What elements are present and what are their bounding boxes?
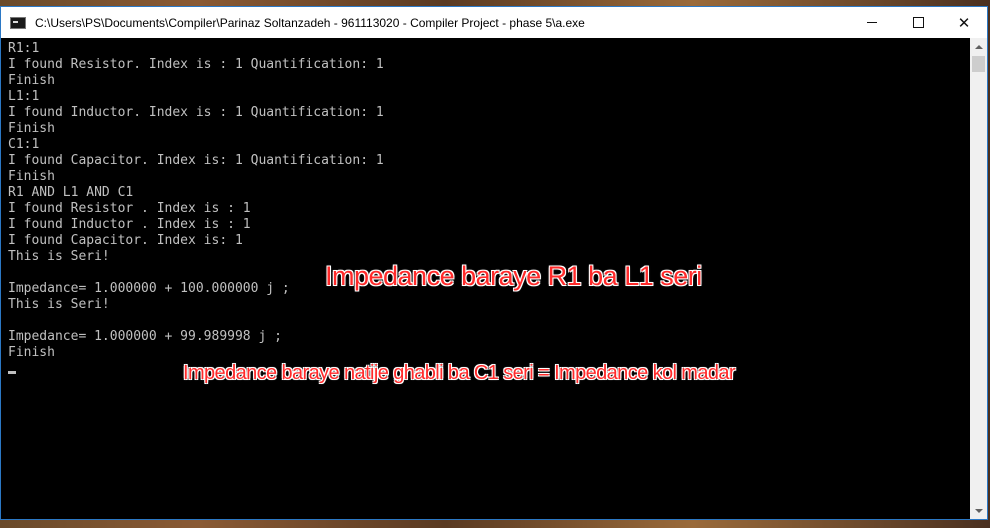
console-line: I found Capacitor. Index is: 1 — [8, 233, 243, 248]
console-line: This is Seri! — [8, 297, 110, 312]
console-line: I found Inductor. Index is : 1 Quantific… — [8, 105, 384, 120]
console-line: Impedance= 1.000000 + 99.989998 j ; — [8, 329, 282, 344]
console-line: I found Resistor . Index is : 1 — [8, 201, 251, 216]
console-line: I found Resistor. Index is : 1 Quantific… — [8, 57, 384, 72]
close-icon: ✕ — [957, 13, 971, 32]
console-line: Finish — [8, 345, 55, 360]
annotation-total-impedance: Impedance baraye natije ghabli ba C1 ser… — [183, 362, 736, 384]
console-app-icon[interactable] — [10, 16, 26, 29]
annotation-series-rl: Impedance baraye R1 ba L1 seri — [325, 261, 702, 291]
console-line: Finish — [8, 169, 55, 184]
title-bar[interactable]: C:\Users\PS\Documents\Compiler\Parinaz S… — [1, 7, 987, 38]
text-cursor — [8, 371, 16, 374]
console-output[interactable]: R1:1 I found Resistor. Index is : 1 Quan… — [1, 38, 970, 519]
maximize-button[interactable] — [895, 7, 941, 38]
console-line: C1:1 — [8, 137, 40, 152]
close-button[interactable]: ✕ — [941, 7, 987, 38]
window-title: C:\Users\PS\Documents\Compiler\Parinaz S… — [35, 15, 585, 30]
scroll-thumb[interactable] — [972, 56, 985, 72]
scroll-down-icon[interactable] — [970, 502, 987, 519]
console-line: I found Inductor . Index is : 1 — [8, 217, 251, 232]
minimize-button[interactable] — [849, 7, 895, 38]
console-line: R1:1 — [8, 41, 40, 56]
console-line: Finish — [8, 73, 55, 88]
console-line: Finish — [8, 121, 55, 136]
console-line: I found Capacitor. Index is: 1 Quantific… — [8, 153, 384, 168]
vertical-scrollbar[interactable] — [970, 38, 987, 519]
console-window: C:\Users\PS\Documents\Compiler\Parinaz S… — [0, 6, 988, 520]
console-line: R1 AND L1 AND C1 — [8, 185, 134, 200]
scroll-up-icon[interactable] — [970, 38, 987, 55]
console-line: L1:1 — [8, 89, 40, 104]
console-text: R1:1 I found Resistor. Index is : 1 Quan… — [1, 38, 970, 374]
